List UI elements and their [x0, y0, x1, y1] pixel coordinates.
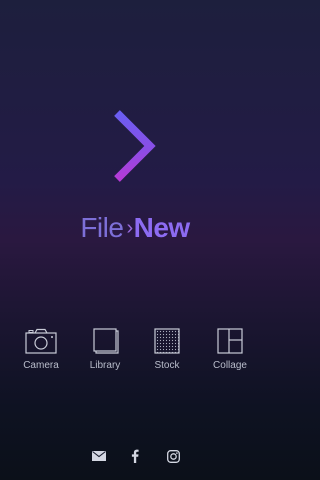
- source-actions: Camera Library Stock Collage: [0, 327, 270, 377]
- app-logo-chevron-icon: [114, 110, 156, 182]
- collage-button[interactable]: Collage: [200, 327, 260, 375]
- camera-icon: [25, 328, 57, 354]
- instagram-button[interactable]: [163, 446, 183, 466]
- wordmark-file: File: [80, 212, 124, 243]
- mail-button[interactable]: [89, 446, 109, 466]
- facebook-button[interactable]: [125, 446, 145, 466]
- wordmark-new: New: [133, 212, 191, 243]
- social-links: [0, 446, 270, 466]
- app-screen: File ›New Camera Library Stock Collage: [0, 0, 270, 480]
- wordmark-separator: ›: [126, 217, 133, 239]
- facebook-icon: [131, 449, 139, 463]
- stock-icon: [154, 328, 180, 354]
- library-button[interactable]: Library: [75, 327, 135, 375]
- collage-label: Collage: [213, 360, 247, 371]
- stock-button[interactable]: Stock: [137, 327, 197, 375]
- collage-icon: [217, 328, 243, 354]
- library-icon: [93, 328, 119, 354]
- library-label: Library: [89, 360, 121, 371]
- mail-icon: [92, 451, 106, 461]
- camera-button[interactable]: Camera: [11, 327, 71, 375]
- stock-label: Stock: [154, 360, 180, 371]
- camera-label: Camera: [23, 360, 59, 371]
- instagram-icon: [166, 449, 180, 463]
- app-wordmark: File ›New: [0, 212, 270, 244]
